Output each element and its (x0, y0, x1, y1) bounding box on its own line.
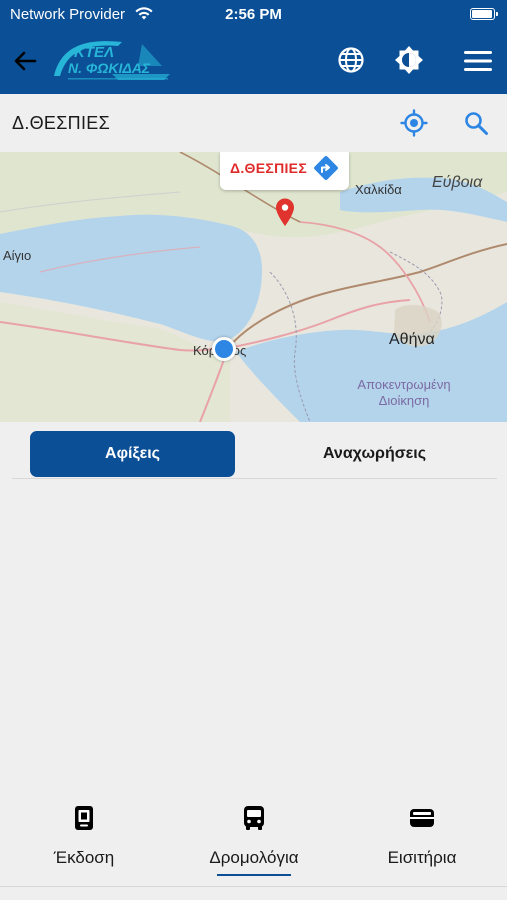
stop-callout[interactable]: Δ.ΘΕΣΠΙΕΣ (220, 152, 349, 190)
bottom-divider (0, 886, 507, 887)
location-bar: Δ.ΘΕΣΠΙΕΣ (0, 94, 507, 152)
map-label-decentralized-administration: Αποκεντρωμένη Διοίκηση (344, 377, 464, 409)
menu-icon[interactable] (462, 46, 494, 76)
map-label-line2: Διοίκηση (378, 393, 430, 408)
search-icon[interactable] (462, 109, 490, 137)
map-label-aigio: Αίγιο (3, 248, 32, 263)
callout-stop-name: Δ.ΘΕΣΠΙΕΣ (230, 160, 308, 176)
battery-icon (470, 8, 498, 20)
theme-icon[interactable] (393, 44, 425, 76)
user-location-dot (212, 337, 236, 361)
nav-label-routes: Δρομολόγια (209, 848, 299, 867)
location-name: Δ.ΘΕΣΠΙΕΣ (12, 113, 110, 133)
nav-item-tickets[interactable]: Εισιτήρια (342, 790, 502, 890)
map-label-line1: Αποκεντρωμένη (357, 377, 451, 392)
tab-arrivals[interactable]: Αφίξεις (30, 431, 235, 477)
nav-label-issue: Έκδοση (53, 848, 115, 867)
ticket-machine-icon (75, 806, 93, 830)
active-tab-indicator (217, 874, 291, 876)
map-label-athina: Αθήνα (389, 331, 435, 348)
wallet-icon (410, 809, 434, 827)
ktel-logo[interactable]: ΚΤΕΛ Ν. ΦΩΚΙΔΑΣ (52, 36, 174, 86)
back-arrow-icon[interactable] (10, 46, 40, 76)
globe-icon[interactable] (336, 45, 366, 75)
directions-icon[interactable] (312, 154, 340, 182)
app-header: Network Provider 2:56 PM ΚΤΕΛ Ν. ΦΩΚΙΔΑΣ (0, 0, 507, 94)
tab-departures[interactable]: Αναχωρήσεις (272, 431, 477, 477)
battery-fill (472, 10, 492, 18)
map-label-chalkida: Χαλκίδα (355, 182, 402, 197)
nav-label-tickets: Εισιτήρια (387, 848, 457, 867)
map-pin-icon[interactable] (274, 197, 296, 227)
nav-item-issue[interactable]: Έκδοση (4, 790, 164, 890)
wifi-icon (135, 7, 153, 20)
map-label-evia: Εύβοια (432, 174, 483, 191)
nav-item-routes[interactable]: Δρομολόγια (174, 790, 334, 890)
logo-text-line2: Ν. ΦΩΚΙΔΑΣ (68, 60, 151, 76)
map-view[interactable]: Χαλκίδα Εύβοια Αίγιο Αθήνα Κόρινθος Αποκ… (0, 152, 507, 422)
bottom-navigation: Έκδοση Δρομολόγια Εισιτήρια (0, 790, 507, 900)
my-location-icon[interactable] (400, 109, 428, 137)
status-bar: Network Provider 2:56 PM (0, 0, 507, 28)
app-bar: ΚΤΕΛ Ν. ΦΩΚΙΔΑΣ (0, 28, 507, 94)
bus-icon (244, 806, 264, 830)
carrier-name: Network Provider (10, 6, 126, 23)
direction-tabs: Αφίξεις Αναχωρήσεις (12, 431, 497, 479)
logo-text-line1: ΚΤΕΛ (74, 44, 114, 61)
